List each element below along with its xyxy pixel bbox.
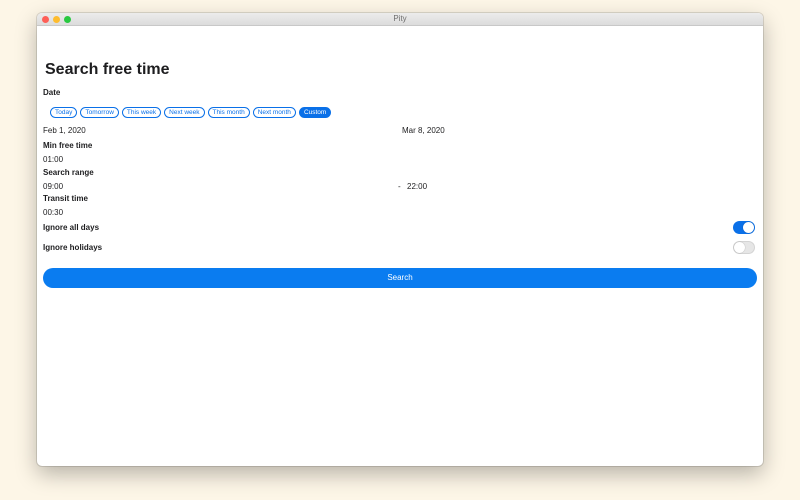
ignore-holidays-label: Ignore holidays	[43, 243, 103, 252]
transit-time-field[interactable]: 00:30	[43, 208, 63, 217]
chip-custom[interactable]: Custom	[298, 107, 332, 118]
chip-this-week[interactable]: This week	[121, 107, 162, 118]
main-content: Search free time Date Today Tomorrow Thi…	[37, 26, 763, 466]
date-preset-chips: Today Tomorrow This week Next week This …	[50, 107, 332, 118]
window-title: Pity	[393, 14, 407, 23]
chip-tomorrow[interactable]: Tomorrow	[80, 107, 119, 118]
chip-this-month[interactable]: This month	[207, 107, 250, 118]
min-free-time-field[interactable]: 01:00	[43, 155, 63, 164]
toggle-knob	[743, 222, 754, 233]
chip-next-week[interactable]: Next week	[164, 107, 205, 118]
chip-today[interactable]: Today	[50, 107, 78, 118]
chip-next-month[interactable]: Next month	[252, 107, 296, 118]
range-end-field[interactable]: 22:00	[407, 182, 427, 191]
ignore-all-days-toggle[interactable]	[733, 221, 755, 234]
search-button[interactable]: Search	[43, 268, 757, 288]
range-start-field[interactable]: 09:00	[43, 182, 63, 191]
app-window: Pity Search free time Date Today Tomorro…	[37, 13, 763, 466]
date-label: Date	[43, 88, 61, 97]
start-date-picker[interactable]: Feb 1, 2020	[43, 126, 86, 135]
toggle-knob	[734, 242, 745, 253]
title-bar[interactable]: Pity	[37, 13, 763, 26]
range-separator: -	[398, 182, 401, 191]
search-range-label: Search range	[43, 168, 94, 177]
transit-time-label: Transit time	[43, 194, 88, 203]
ignore-holidays-toggle[interactable]	[733, 241, 755, 254]
end-date-picker[interactable]: Mar 8, 2020	[402, 126, 445, 135]
page-title: Search free time	[45, 61, 170, 78]
min-free-time-label: Min free time	[43, 141, 93, 150]
ignore-all-days-label: Ignore all days	[43, 223, 100, 232]
